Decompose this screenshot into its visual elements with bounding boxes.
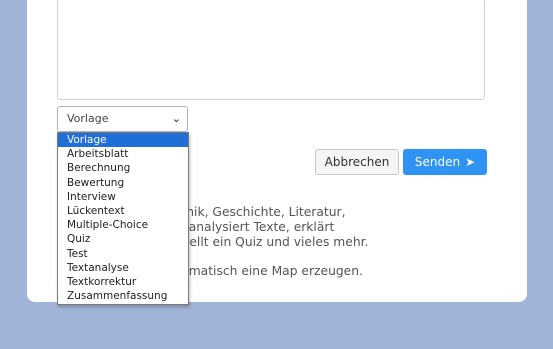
chevron-down-icon: ⌄ [171,112,181,125]
dropdown-option[interactable]: Lückentext [58,204,188,218]
dropdown-option[interactable]: Arbeitsblatt [58,147,188,161]
dropdown-option[interactable]: Bewertung [58,176,188,190]
dropdown-option[interactable]: Zusammenfassung [58,289,188,303]
dropdown-option[interactable]: Test [58,247,188,261]
prompt-textarea[interactable] [57,0,485,100]
dropdown-option[interactable]: Textanalyse [58,261,188,275]
dropdown-option[interactable]: Quiz [58,232,188,246]
template-select-value: Vorlage [67,112,109,125]
dropdown-option[interactable]: Berechnung [58,161,188,175]
dropdown-option[interactable]: Vorlage [58,133,188,148]
cancel-button-label: Abbrechen [324,155,390,169]
paper-plane-icon: ➤ [465,155,476,169]
dropdown-option[interactable]: Multiple-Choice [58,218,188,232]
dropdown-option[interactable]: Textkorrektur [58,275,188,289]
send-button-label: Senden [414,155,461,169]
template-select[interactable]: Vorlage ⌄ [57,106,188,132]
send-button[interactable]: Senden ➤ [403,149,487,175]
dropdown-option[interactable]: Interview [58,190,188,204]
template-dropdown-list: Vorlage Arbeitsblatt Berechnung Bewertun… [57,132,189,305]
cancel-button[interactable]: Abbrechen [315,149,399,175]
